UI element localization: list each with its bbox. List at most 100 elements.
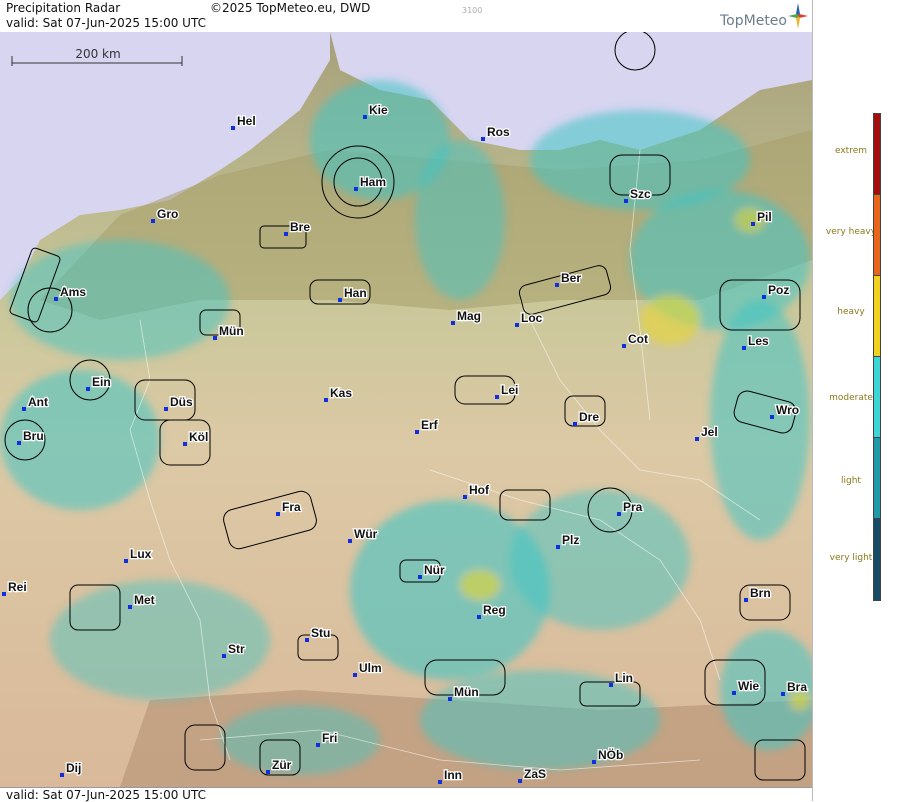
city-label: Zür <box>272 758 292 772</box>
city-label: Wro <box>776 403 799 417</box>
city-dot <box>732 691 736 695</box>
city-label: Ulm <box>359 661 382 675</box>
city-dot <box>354 187 358 191</box>
city-label: Str <box>228 642 245 656</box>
city-dot <box>617 512 621 516</box>
city-dot <box>183 442 187 446</box>
header-bar: Precipitation Radar ©2025 TopMeteo.eu, D… <box>0 0 812 33</box>
city-label: Reg <box>483 603 506 617</box>
footer-valid-time: valid: Sat 07-Jun-2025 15:00 UTC <box>6 788 206 802</box>
footer-bar: valid: Sat 07-Jun-2025 15:00 UTC <box>0 787 812 802</box>
city-dot <box>338 298 342 302</box>
city-dot <box>481 137 485 141</box>
city-label: Mün <box>219 324 244 338</box>
city-label: Pil <box>757 210 772 224</box>
city-dot <box>781 692 785 696</box>
city-label: Ber <box>561 271 581 285</box>
city-dot <box>477 615 481 619</box>
city-dot <box>266 770 270 774</box>
city-dot <box>518 779 522 783</box>
city-dot <box>124 559 128 563</box>
city-dot <box>222 654 226 658</box>
city-dot <box>17 441 21 445</box>
city-label: Szc <box>630 187 651 201</box>
city-label: Dre <box>579 410 599 424</box>
city-dot <box>418 575 422 579</box>
city-dot <box>695 437 699 441</box>
city-label: Fra <box>282 500 301 514</box>
legend-label: very heavy <box>825 227 877 237</box>
city-label: Hel <box>237 114 256 128</box>
city-dot <box>231 126 235 130</box>
city-label: Mag <box>457 309 481 323</box>
city-label: Loc <box>521 311 543 325</box>
city-dot <box>495 395 499 399</box>
city-dot <box>555 283 559 287</box>
city-label: Mün <box>454 685 479 699</box>
intensity-legend: extrem very heavy heavy moderate light very l… <box>812 0 904 801</box>
map-canvas: 200 km Hel Kie Ros Ham Szc Gro Bre Pil Ams Han Ber… <box>0 32 812 787</box>
city-dot <box>762 295 766 299</box>
city-label: Plz <box>562 533 579 547</box>
city-dot <box>2 592 6 596</box>
legend-label: moderate <box>829 393 873 403</box>
city-label: ZaS <box>524 767 546 781</box>
map-title: Precipitation Radar <box>6 1 121 15</box>
city-label: NÖb <box>598 747 623 762</box>
legend-label: heavy <box>837 307 865 317</box>
city-dot <box>164 407 168 411</box>
legend-color-swatch <box>873 518 881 601</box>
city-label: Brn <box>750 586 771 600</box>
copyright-text: ©2025 TopMeteo.eu, DWD <box>210 1 371 15</box>
city-dot <box>515 323 519 327</box>
city-label: Lin <box>615 671 633 685</box>
city-label: Han <box>344 286 367 300</box>
city-dot <box>128 605 132 609</box>
city-dot <box>609 683 613 687</box>
map-code: 3100 <box>462 6 483 15</box>
city-dot <box>151 219 155 223</box>
radar-map[interactable]: 200 km Hel Kie Ros Ham Szc Gro Bre Pil Ams Han Ber… <box>0 32 812 787</box>
city-dot <box>622 344 626 348</box>
legend-color-swatch <box>873 437 881 520</box>
city-dot <box>363 115 367 119</box>
city-label: Pra <box>623 500 643 514</box>
city-dot <box>744 598 748 602</box>
city-dot <box>86 387 90 391</box>
logo-text[interactable]: TopMeteo <box>720 13 787 29</box>
city-label: Ams <box>60 285 86 299</box>
city-dot <box>448 697 452 701</box>
city-label: Bra <box>787 680 807 694</box>
city-label: Ein <box>92 375 111 389</box>
city-dot <box>592 760 596 764</box>
city-label: Poz <box>768 283 789 297</box>
city-label: Bre <box>290 220 310 234</box>
legend-color-swatch <box>873 356 881 439</box>
city-dot <box>415 430 419 434</box>
city-label: Gro <box>157 207 178 221</box>
legend-color-swatch <box>873 113 881 196</box>
city-dot <box>556 545 560 549</box>
city-dot <box>284 232 288 236</box>
city-dot <box>463 495 467 499</box>
city-label: Les <box>748 334 769 348</box>
city-label: Köl <box>189 430 208 444</box>
legend-label: very light <box>829 553 873 563</box>
city-dot <box>324 398 328 402</box>
city-dot <box>573 422 577 426</box>
city-label: Ham <box>360 175 386 189</box>
city-dot <box>316 743 320 747</box>
city-label: Ant <box>28 395 48 409</box>
city-dot <box>624 199 628 203</box>
city-dot <box>353 673 357 677</box>
city-label: Düs <box>170 395 193 409</box>
valid-time: valid: Sat 07-Jun-2025 15:00 UTC <box>6 16 206 30</box>
scale-bar-label: 200 km <box>75 47 120 61</box>
compass-logo-icon <box>788 3 808 29</box>
city-label: Cot <box>628 332 648 346</box>
city-label: Dij <box>66 761 81 775</box>
city-dot <box>305 638 309 642</box>
city-label: Hof <box>469 483 490 497</box>
city-dot <box>438 780 442 784</box>
city-label: Fri <box>322 731 337 745</box>
